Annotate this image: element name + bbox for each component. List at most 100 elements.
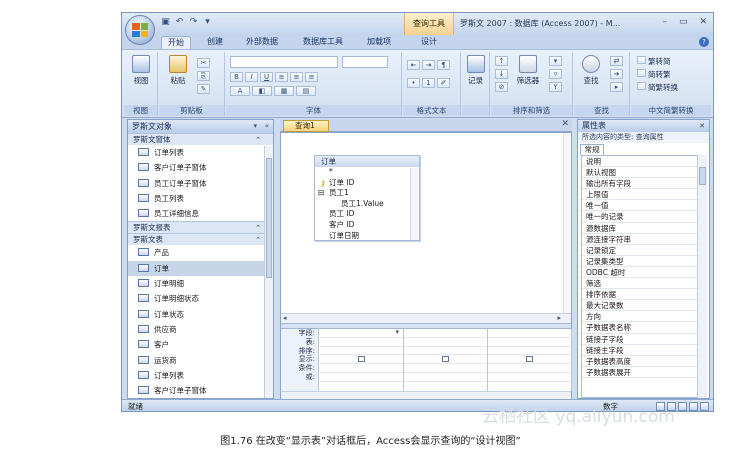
- nav-item[interactable]: 客户订单子窗体: [128, 383, 273, 398]
- help-icon[interactable]: ?: [699, 37, 709, 47]
- table-field[interactable]: 员工 ID: [315, 209, 419, 220]
- gridlines-icon[interactable]: ▦: [274, 86, 294, 96]
- nav-group-header[interactable]: 罗斯文表 ⌃: [128, 233, 273, 246]
- view-button[interactable]: 视图: [126, 55, 156, 86]
- font-color-icon[interactable]: A: [230, 86, 250, 96]
- nav-item[interactable]: 客户订单子窗体: [128, 160, 273, 175]
- grid-hscroll[interactable]: [281, 391, 571, 399]
- tab-add-ins[interactable]: 加载项: [362, 36, 396, 49]
- nav-item[interactable]: 员工详细信息: [128, 206, 273, 221]
- bold-icon[interactable]: B: [230, 72, 243, 82]
- table-field[interactable]: ⊟ 员工1: [315, 188, 419, 199]
- grid-cell[interactable]: ▾: [320, 328, 403, 338]
- font-size-dropdown[interactable]: [342, 56, 388, 68]
- table-field[interactable]: 客户 ID: [315, 220, 419, 231]
- grid-cell[interactable]: [488, 355, 571, 365]
- property-sheet-close-icon[interactable]: ✕: [699, 120, 705, 132]
- nav-scroll-thumb[interactable]: [266, 158, 272, 278]
- grid-cell[interactable]: [320, 355, 403, 365]
- property-row[interactable]: 链接主字段: [582, 345, 698, 356]
- property-row[interactable]: 子数据表高度: [582, 356, 698, 367]
- records-button[interactable]: 记录: [462, 55, 489, 86]
- paste-button[interactable]: 粘贴: [163, 55, 193, 86]
- filter-button[interactable]: 筛选器: [513, 55, 543, 86]
- nav-item[interactable]: 订单明细状态: [128, 291, 273, 306]
- undo-icon[interactable]: ↶: [174, 17, 185, 28]
- alt-fill-icon[interactable]: ▤: [296, 86, 316, 96]
- grid-cell[interactable]: [320, 373, 403, 382]
- grid-cell[interactable]: [320, 338, 403, 347]
- show-checkbox[interactable]: [526, 356, 533, 363]
- nav-scrollbar[interactable]: [264, 146, 273, 398]
- property-row[interactable]: 输出所有字段: [582, 178, 698, 190]
- nav-item[interactable]: 订单列表: [128, 368, 273, 383]
- format-painter-icon[interactable]: ✎: [197, 84, 210, 94]
- property-row[interactable]: 源连接字符串: [582, 234, 698, 245]
- nav-item[interactable]: 订单明细: [128, 276, 273, 291]
- grid-cell[interactable]: [488, 338, 571, 347]
- table-field[interactable]: 订单日期: [315, 231, 419, 242]
- align-right-icon[interactable]: ≡: [305, 72, 318, 82]
- scroll-right-icon[interactable]: ▸: [557, 314, 561, 322]
- grid-cell[interactable]: [488, 347, 571, 356]
- design-view-icon[interactable]: [700, 402, 709, 411]
- property-row[interactable]: 记录集类型: [582, 256, 698, 267]
- goto-icon[interactable]: ➔: [610, 69, 623, 79]
- decrease-indent-icon[interactable]: ⇤: [407, 60, 420, 70]
- grid-cell[interactable]: [404, 329, 487, 338]
- property-row[interactable]: 最大记录数: [582, 300, 698, 312]
- property-row[interactable]: 子数据表展开: [582, 367, 698, 378]
- property-row[interactable]: 源数据库: [582, 223, 698, 234]
- collapse-field-icon[interactable]: ⊟: [318, 188, 324, 199]
- table-field[interactable]: ⚷ 订单 ID: [315, 178, 419, 189]
- property-row[interactable]: 上限值: [582, 189, 698, 201]
- property-row[interactable]: 说明: [582, 156, 698, 168]
- text-direction-icon[interactable]: ¶: [437, 60, 450, 70]
- property-row[interactable]: 排序依据: [582, 289, 698, 301]
- show-checkbox[interactable]: [358, 356, 365, 363]
- property-row[interactable]: 子数据表名称: [582, 322, 698, 334]
- nav-item[interactable]: 供应商: [128, 322, 273, 337]
- toggle-filter-icon[interactable]: Y: [549, 82, 562, 92]
- nav-group-header[interactable]: 罗斯文窗体 ⌃: [128, 133, 273, 145]
- selection-filter-icon[interactable]: ▾: [549, 56, 562, 66]
- maximize-button[interactable]: ▭: [679, 17, 688, 27]
- nav-collapse-icon[interactable]: «: [265, 120, 269, 133]
- grid-column[interactable]: [488, 329, 572, 391]
- redo-icon[interactable]: ↷: [188, 17, 199, 28]
- nav-item[interactable]: 产品: [128, 245, 273, 260]
- grid-cell[interactable]: [320, 364, 403, 373]
- nav-item[interactable]: 订单: [128, 260, 273, 277]
- trad-to-simp-button[interactable]: 繁转简: [637, 56, 671, 67]
- close-button[interactable]: ✕: [699, 17, 707, 27]
- nav-item[interactable]: 运货商: [128, 353, 273, 368]
- tab-external-data[interactable]: 外部数据: [240, 36, 284, 49]
- table-field[interactable]: *: [315, 167, 419, 178]
- property-row[interactable]: 记录锁定: [582, 245, 698, 256]
- italic-icon[interactable]: I: [245, 72, 258, 82]
- grid-cell[interactable]: [488, 373, 571, 382]
- grid-column[interactable]: [404, 329, 488, 391]
- table-field[interactable]: 员工1.Value: [315, 199, 419, 210]
- nav-dropdown-icon[interactable]: ▾: [253, 120, 257, 133]
- simp-trad-convert-button[interactable]: 简繁转换: [637, 82, 678, 93]
- nav-pane-header[interactable]: 罗斯文对象 ▾ «: [128, 120, 273, 133]
- nav-item[interactable]: 员工订单子窗体: [128, 176, 273, 191]
- grid-cell[interactable]: [404, 347, 487, 356]
- property-row[interactable]: 唯一的记录: [582, 211, 698, 223]
- scroll-left-icon[interactable]: ◂: [283, 314, 287, 322]
- grid-cell[interactable]: [404, 364, 487, 373]
- align-left-icon[interactable]: ≡: [275, 72, 288, 82]
- save-icon[interactable]: ▣: [160, 17, 171, 28]
- property-scrollbar[interactable]: [697, 155, 707, 398]
- office-button[interactable]: [125, 15, 155, 45]
- property-row[interactable]: ODBC 超时: [582, 267, 698, 279]
- property-row[interactable]: 链接子字段: [582, 334, 698, 345]
- font-name-dropdown[interactable]: [230, 56, 338, 68]
- property-row[interactable]: 默认视图: [582, 167, 698, 179]
- show-checkbox[interactable]: [442, 356, 449, 363]
- fill-color-icon[interactable]: ◧: [252, 86, 272, 96]
- tab-general[interactable]: 常规: [580, 144, 604, 155]
- pivotchart-view-icon[interactable]: [678, 402, 687, 411]
- sort-descending-icon[interactable]: ↓: [495, 69, 508, 79]
